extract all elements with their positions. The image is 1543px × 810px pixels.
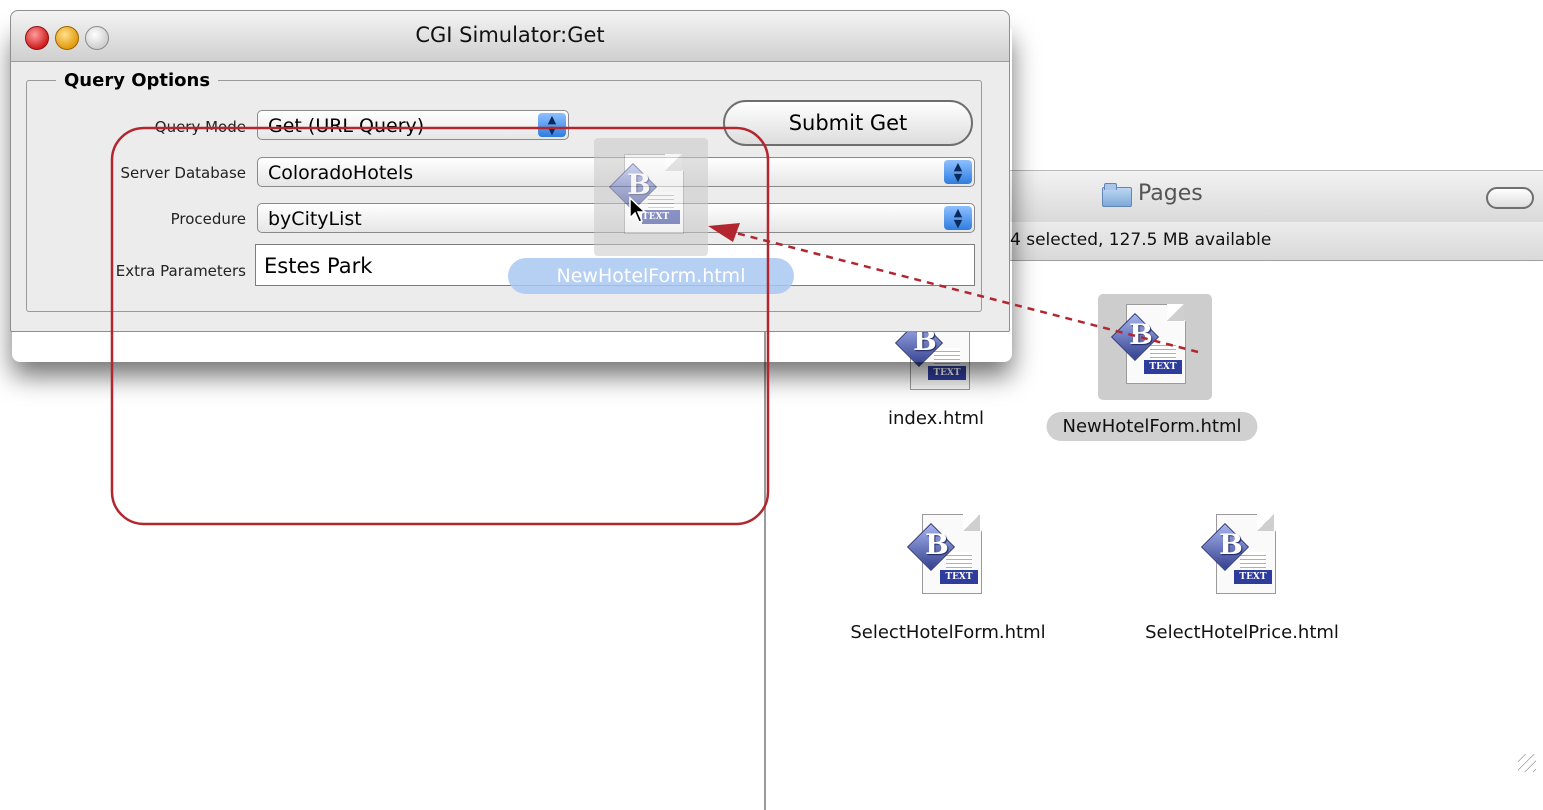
popup-arrows-icon: ▲ ▼: [944, 160, 972, 184]
procedure-label: Procedure: [170, 210, 246, 228]
finder-title: Pages: [1102, 181, 1203, 207]
file-icon: B TEXT: [1098, 294, 1212, 400]
procedure-value: byCityList: [268, 208, 362, 230]
popup-arrows-icon: ▲ ▼: [538, 113, 566, 137]
extra-parameters-label: Extra Parameters: [115, 262, 246, 280]
file-item-selecthotelform[interactable]: B TEXT SelectHotelForm.html: [850, 508, 1046, 643]
status-text: 4 selected, 127.5 MB available: [1010, 230, 1272, 250]
submit-get-button[interactable]: Submit Get: [723, 100, 973, 146]
file-item-newhotelform[interactable]: B TEXT NewHotelForm.html: [1046, 294, 1258, 441]
window-title: CGI Simulator:Get: [415, 23, 605, 47]
finder-title-text: Pages: [1138, 181, 1203, 206]
query-mode-popup[interactable]: Get (URL Query) ▲ ▼: [257, 110, 569, 140]
cgi-titlebar[interactable]: CGI Simulator:Get: [11, 11, 1009, 62]
server-database-value: ColoradoHotels: [268, 162, 414, 184]
query-mode-value: Get (URL Query): [268, 115, 425, 137]
folder-icon: [1102, 182, 1132, 207]
file-icon: B TEXT: [1200, 508, 1282, 604]
toolbar-toggle-button[interactable]: [1486, 187, 1534, 209]
query-mode-label: Query Mode: [154, 118, 246, 136]
file-label: SelectHotelForm.html: [850, 622, 1046, 643]
arrow-cursor-icon: [629, 196, 647, 223]
drag-ghost-label: NewHotelForm.html: [508, 258, 794, 294]
resize-grip-icon[interactable]: [1518, 754, 1536, 772]
popup-arrows-icon: ▲ ▼: [944, 206, 972, 230]
file-icon: B TEXT: [906, 508, 988, 604]
file-label: SelectHotelPrice.html: [1145, 622, 1339, 643]
group-title: Query Options: [56, 70, 219, 91]
file-label: index.html: [888, 408, 984, 429]
server-database-label: Server Database: [120, 164, 246, 182]
file-label: NewHotelForm.html: [1046, 412, 1258, 441]
file-item-selecthotelprice[interactable]: B TEXT SelectHotelPrice.html: [1145, 508, 1339, 643]
